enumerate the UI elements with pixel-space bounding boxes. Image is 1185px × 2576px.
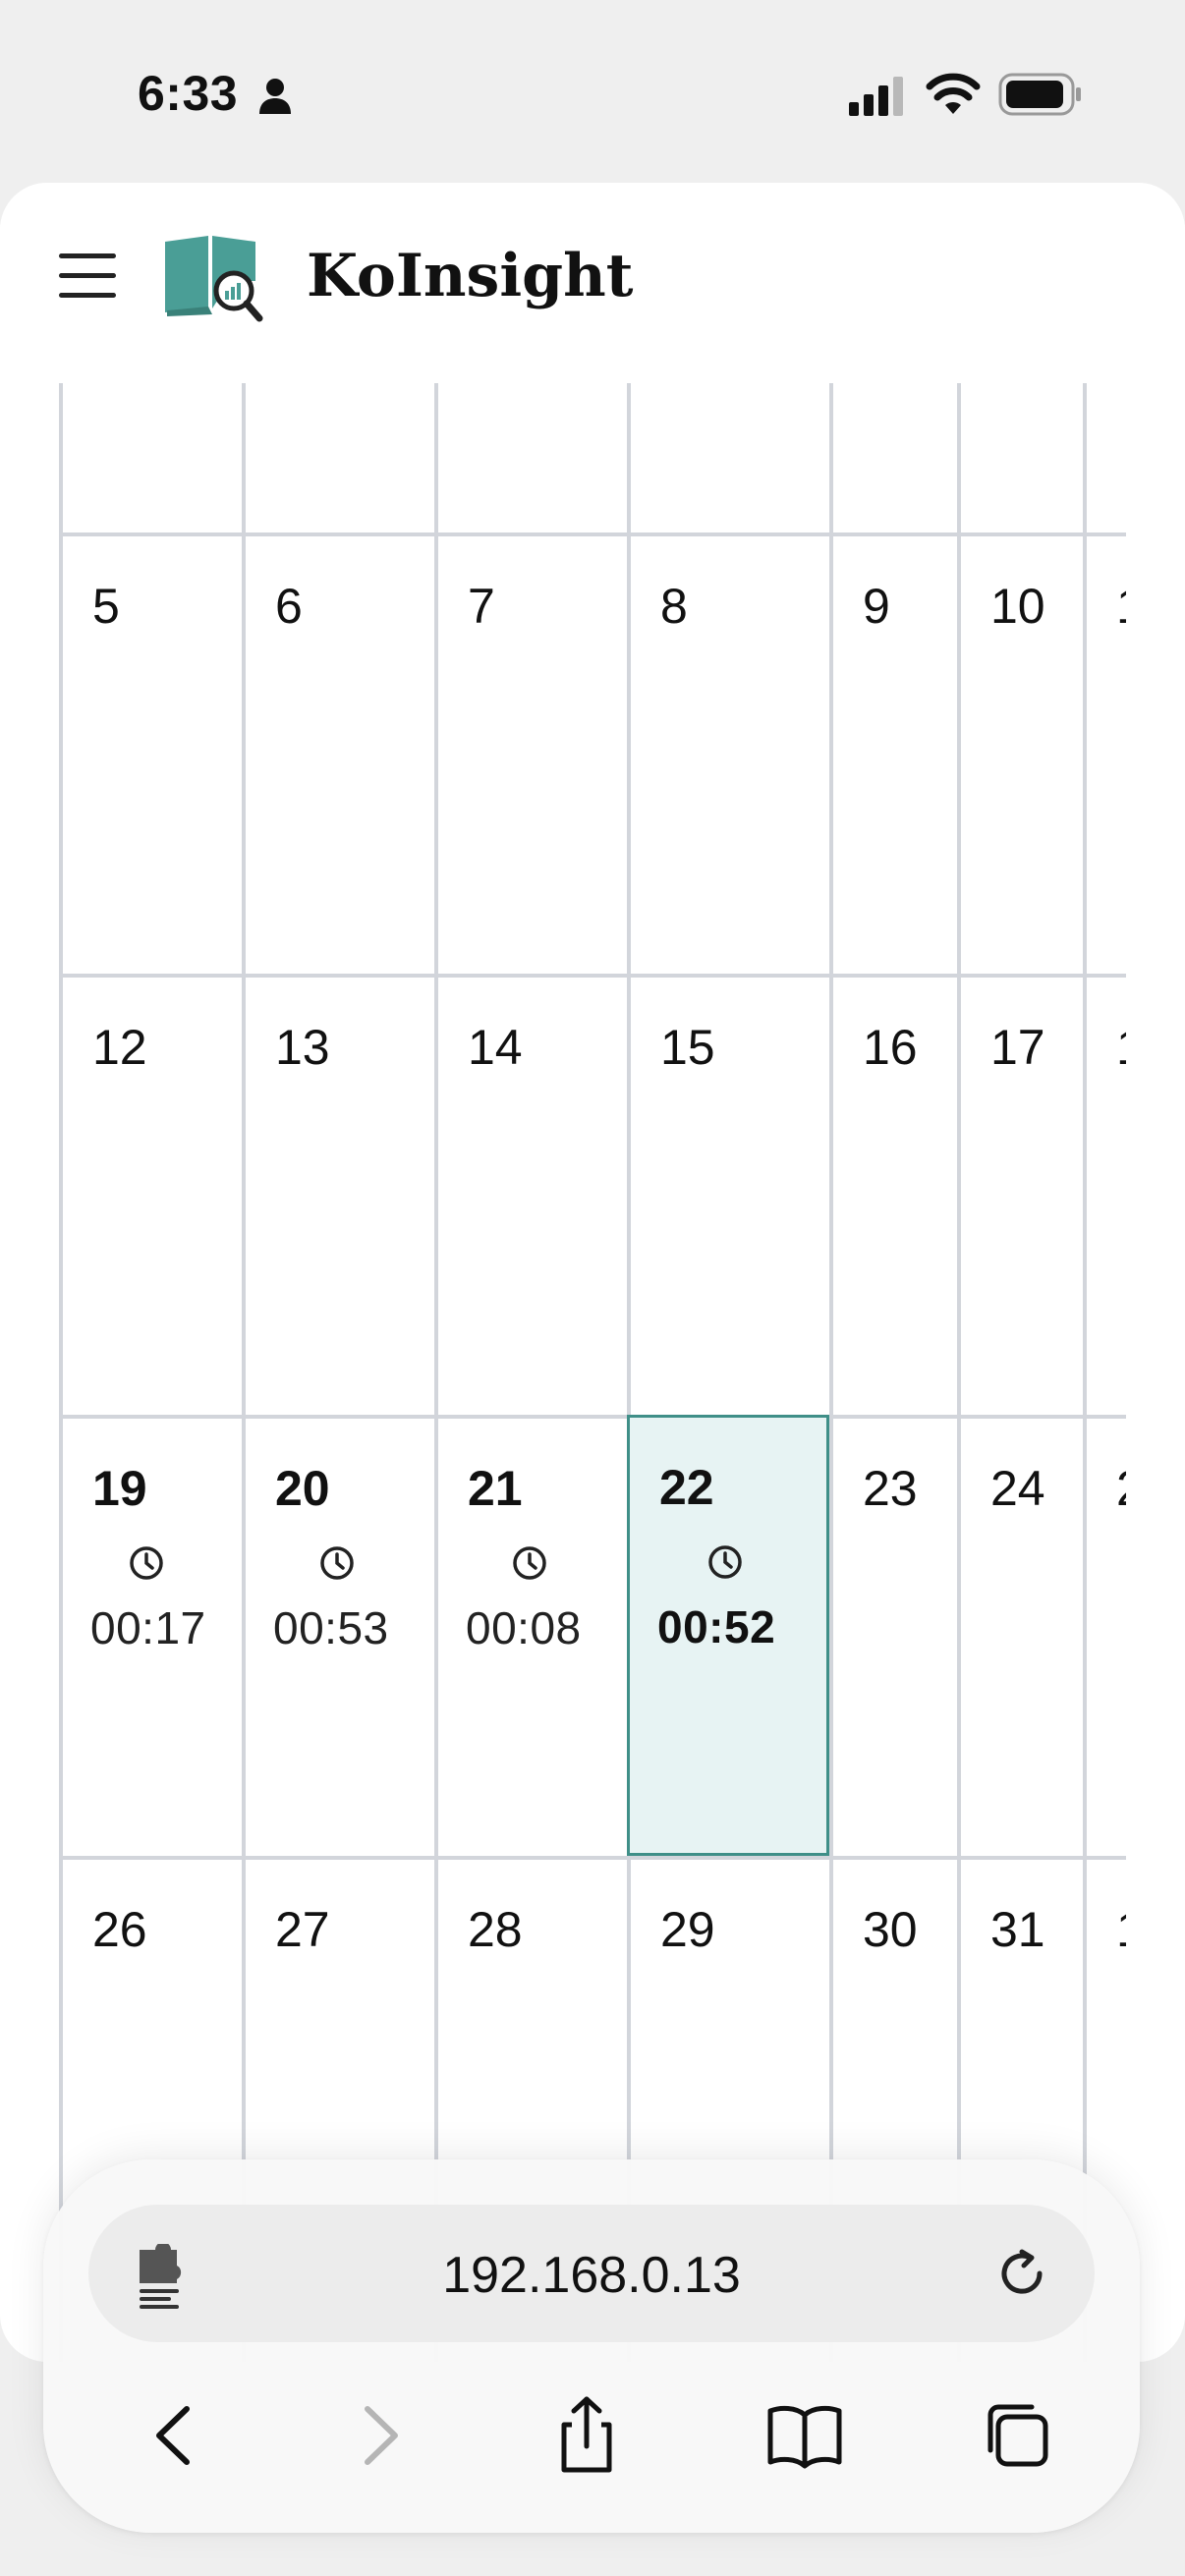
address-bar[interactable]: 192.168.0.13 <box>88 2205 1095 2342</box>
day-number: 20 <box>275 1461 330 1516</box>
day-number: 7 <box>468 579 495 634</box>
app-header: KoInsight <box>0 183 1185 383</box>
hamburger-menu-icon[interactable] <box>59 253 116 303</box>
day-number: 31 <box>990 1902 1045 1957</box>
calendar-day-cell[interactable]: 10 <box>957 532 1083 974</box>
day-number: 16 <box>863 1020 918 1075</box>
clock-icon <box>708 1545 742 1579</box>
calendar-day-cell[interactable]: 9 <box>829 532 957 974</box>
calendar-week-row: 5 6 7 8 9 10 11 <box>59 532 1126 974</box>
calendar-day-cell[interactable]: 15 <box>627 974 829 1415</box>
reading-duration: 00:08 <box>466 1602 582 1653</box>
calendar-day-cell[interactable]: 16 <box>829 974 957 1415</box>
day-number: 19 <box>92 1461 147 1516</box>
reading-duration: 00:52 <box>657 1601 776 1652</box>
status-bar: 6:33 <box>0 0 1185 187</box>
clock-icon <box>130 1546 163 1580</box>
calendar-week-row: 19 00:17 20 00:53 21 00:08 22 00:52 23 24 25 <box>59 1415 1126 1856</box>
battery-icon <box>998 73 1081 116</box>
calendar-day-cell[interactable] <box>434 383 627 532</box>
day-number: 9 <box>863 579 890 634</box>
calendar-day-cell[interactable]: 5 <box>59 532 242 974</box>
calendar-day-cell[interactable] <box>242 383 434 532</box>
calendar-day-cell[interactable]: 18 <box>1083 974 1126 1415</box>
web-page: KoInsight 5 6 7 8 9 10 11 12 13 14 15 16 17 18 19 00:17… <box>0 183 1185 2362</box>
calendar-week-row <box>59 383 1126 532</box>
calendar-grid: 5 6 7 8 9 10 11 12 13 14 15 16 17 18 19 00:17 20 00:53 21 0… <box>59 383 1126 2362</box>
book-chart-magnifier-logo[interactable] <box>161 232 263 322</box>
calendar-day-cell[interactable] <box>957 383 1083 532</box>
signal-icon <box>849 77 903 116</box>
day-number: 10 <box>990 579 1045 634</box>
calendar-day-cell[interactable]: 17 <box>957 974 1083 1415</box>
day-number: 13 <box>275 1020 330 1075</box>
calendar-day-cell[interactable] <box>1083 383 1126 532</box>
clock-icon <box>320 1546 354 1580</box>
day-number: 27 <box>275 1902 330 1957</box>
day-number: 28 <box>468 1902 523 1957</box>
day-number: 23 <box>863 1461 918 1516</box>
calendar-day-cell[interactable]: 21 00:08 <box>434 1415 627 1856</box>
calendar-day-cell[interactable]: 22 00:52 <box>627 1415 829 1856</box>
app-title[interactable]: KoInsight <box>307 242 633 310</box>
calendar-day-cell[interactable]: 20 00:53 <box>242 1415 434 1856</box>
day-number: 14 <box>468 1020 523 1075</box>
calendar-week-row: 12 13 14 15 16 17 18 <box>59 974 1126 1415</box>
calendar-day-cell[interactable]: 7 <box>434 532 627 974</box>
calendar-day-cell[interactable]: 6 <box>242 532 434 974</box>
calendar-day-cell[interactable] <box>59 383 242 532</box>
calendar-day-cell[interactable]: 14 <box>434 974 627 1415</box>
calendar-day-cell[interactable]: 13 <box>242 974 434 1415</box>
day-number: 5 <box>92 579 120 634</box>
url-text[interactable]: 192.168.0.13 <box>88 2246 1095 2305</box>
calendar-day-cell[interactable]: 19 00:17 <box>59 1415 242 1856</box>
back-icon[interactable] <box>132 2391 220 2480</box>
calendar-day-cell[interactable] <box>627 383 829 532</box>
day-number: 21 <box>468 1461 523 1516</box>
day-number: 30 <box>863 1902 918 1957</box>
calendar-day-cell[interactable]: 24 <box>957 1415 1083 1856</box>
browser-toolbar: 192.168.0.13 <box>43 2159 1140 2533</box>
status-time: 6:33 <box>138 66 239 121</box>
bookmarks-icon[interactable] <box>761 2391 849 2480</box>
person-icon <box>259 79 291 114</box>
reading-duration: 00:17 <box>90 1602 206 1653</box>
day-number: 8 <box>660 579 688 634</box>
calendar-day-cell[interactable] <box>829 383 957 532</box>
day-number: 18 <box>1116 1019 1126 1076</box>
day-number: 26 <box>92 1902 147 1957</box>
day-number: 15 <box>660 1020 715 1075</box>
calendar-day-cell[interactable]: 25 <box>1083 1415 1126 1856</box>
calendar-day-cell[interactable]: 23 <box>829 1415 957 1856</box>
day-number: 17 <box>990 1020 1045 1075</box>
day-number: 11 <box>1116 578 1126 635</box>
wifi-icon <box>926 73 981 114</box>
day-number: 22 <box>659 1460 714 1515</box>
tabs-icon[interactable] <box>975 2391 1063 2480</box>
clock-icon <box>513 1546 546 1580</box>
day-number: 6 <box>275 579 303 634</box>
share-icon[interactable] <box>542 2391 631 2480</box>
day-number: 25 <box>1116 1460 1126 1517</box>
calendar-day-cell[interactable]: 8 <box>627 532 829 974</box>
day-number: 12 <box>92 1020 147 1075</box>
forward-icon[interactable] <box>334 2391 423 2480</box>
reading-duration: 00:53 <box>273 1602 389 1653</box>
calendar-day-cell[interactable]: 11 <box>1083 532 1126 974</box>
day-number: 29 <box>660 1902 715 1957</box>
calendar-day-cell[interactable]: 12 <box>59 974 242 1415</box>
day-number: 24 <box>990 1461 1045 1516</box>
day-number: 1 <box>1116 1901 1126 1958</box>
reload-icon[interactable] <box>992 2244 1051 2303</box>
